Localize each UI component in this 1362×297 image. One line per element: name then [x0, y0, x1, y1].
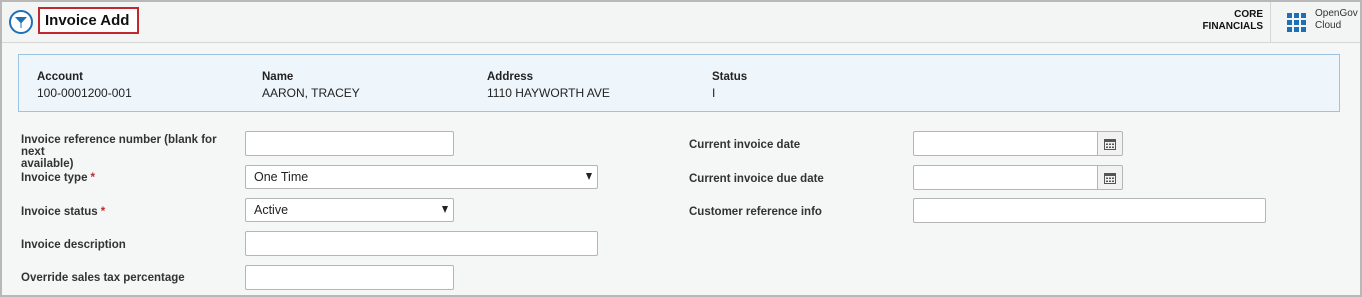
- page-title-box: Invoice Add: [38, 7, 140, 34]
- invoice-status-select[interactable]: Active: [245, 198, 454, 222]
- product-name-line2: FINANCIALS: [1202, 21, 1263, 32]
- summary-name-value: AARON, TRACEY: [262, 86, 360, 100]
- calendar-icon: [1104, 139, 1116, 150]
- brand-name: OpenGov Cloud: [1315, 8, 1358, 32]
- invoice-type-label: Invoice type *: [21, 172, 95, 184]
- header-divider: [1270, 2, 1271, 43]
- invoice-description-label: Invoice description: [21, 239, 126, 251]
- apps-grid-button[interactable]: [1286, 12, 1308, 34]
- summary-address-label: Address: [487, 71, 534, 83]
- brand-name-line1: OpenGov: [1315, 8, 1358, 19]
- summary-status: Status I: [712, 70, 747, 101]
- invoice-type-selected-value: One Time: [254, 170, 309, 184]
- summary-name: Name AARON, TRACEY: [262, 70, 360, 101]
- current-invoice-due-date-calendar-button[interactable]: [1098, 165, 1123, 190]
- app-window: Invoice Add CORE FINANCIALS OpenGov Clou…: [0, 0, 1362, 297]
- product-name: CORE FINANCIALS: [1182, 9, 1263, 33]
- current-invoice-date-input[interactable]: [913, 131, 1098, 156]
- circle-arrow-down-icon: [15, 17, 27, 28]
- summary-status-label: Status: [712, 71, 748, 83]
- invoice-description-input[interactable]: [245, 231, 598, 256]
- summary-address-value: 1110 HAYWORTH AVE: [487, 86, 610, 100]
- override-sales-tax-input[interactable]: [245, 265, 454, 290]
- current-invoice-date-label: Current invoice date: [689, 139, 801, 151]
- summary-account-value: 100-0001200-001: [37, 86, 132, 100]
- required-marker: *: [100, 206, 106, 218]
- account-summary-panel: Account 100-0001200-001 Name AARON, TRAC…: [18, 54, 1340, 112]
- invoice-status-label: Invoice status *: [21, 206, 106, 218]
- summary-status-value: I: [712, 86, 716, 100]
- current-invoice-due-date-input[interactable]: [913, 165, 1098, 190]
- invoice-reference-label-line1: Invoice reference number (blank for next: [21, 134, 217, 158]
- page-header: Invoice Add CORE FINANCIALS OpenGov Clou…: [2, 2, 1360, 43]
- current-invoice-date-calendar-button[interactable]: [1098, 131, 1123, 156]
- caret-down-icon: [586, 173, 592, 180]
- invoice-status-selected-value: Active: [254, 203, 289, 217]
- summary-account-label: Account: [37, 71, 83, 83]
- required-marker: *: [90, 172, 95, 184]
- current-invoice-due-date-label: Current invoice due date: [689, 173, 824, 185]
- override-sales-tax-label: Override sales tax percentage: [21, 272, 185, 284]
- brand-name-line2: Cloud: [1315, 20, 1342, 31]
- calendar-icon: [1104, 173, 1116, 184]
- product-name-line1: CORE: [1234, 9, 1263, 20]
- summary-name-label: Name: [262, 71, 294, 83]
- page-title: Invoice Add: [45, 12, 130, 29]
- invoice-reference-label-line2: available): [21, 158, 74, 170]
- customer-reference-info-label: Customer reference info: [689, 206, 822, 218]
- summary-account: Account 100-0001200-001: [37, 70, 132, 101]
- caret-down-icon: [442, 206, 448, 213]
- invoice-reference-input[interactable]: [245, 131, 454, 156]
- summary-address: Address 1110 HAYWORTH AVE: [487, 70, 610, 101]
- invoice-type-select[interactable]: One Time: [245, 165, 598, 189]
- navigation-menu-button[interactable]: [9, 10, 33, 34]
- invoice-reference-label: Invoice reference number (blank for next…: [21, 134, 241, 170]
- customer-reference-info-input[interactable]: [913, 198, 1266, 223]
